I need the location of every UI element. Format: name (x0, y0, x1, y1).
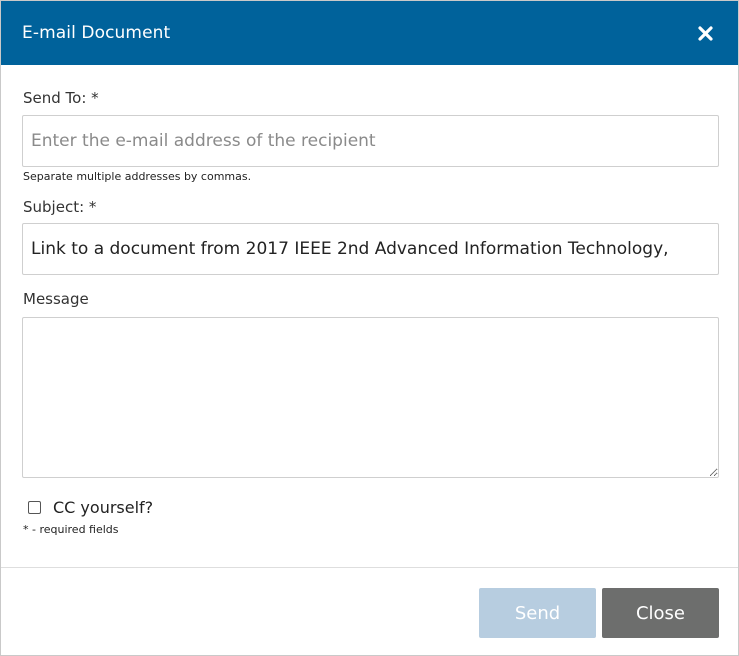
message-label: Message (23, 290, 89, 308)
close-x-icon[interactable] (694, 22, 716, 44)
close-x-icon-graphic (697, 25, 713, 41)
subject-input[interactable] (22, 223, 719, 275)
send-to-label: Send To: * (23, 89, 99, 107)
cc-yourself-checkbox[interactable] (28, 500, 41, 514)
send-to-hint: Separate multiple addresses by commas. (23, 170, 252, 183)
dialog-header: E-mail Document (1, 1, 738, 65)
dialog-footer: Send Close (1, 567, 738, 655)
send-to-input[interactable] (22, 115, 719, 167)
cc-row: CC yourself? (23, 496, 720, 518)
cc-yourself-label[interactable]: CC yourself? (53, 498, 153, 517)
subject-label: Subject: * (23, 198, 97, 216)
send-button[interactable]: Send (479, 588, 596, 638)
message-textarea[interactable] (22, 317, 719, 478)
dialog-body: Send To: * Separate multiple addresses b… (1, 65, 738, 537)
dialog-title: E-mail Document (22, 23, 171, 43)
email-document-dialog: E-mail Document Send To: * Separate mult… (0, 0, 739, 656)
close-button[interactable]: Close (602, 588, 719, 638)
required-fields-note: * - required fields (23, 523, 119, 536)
